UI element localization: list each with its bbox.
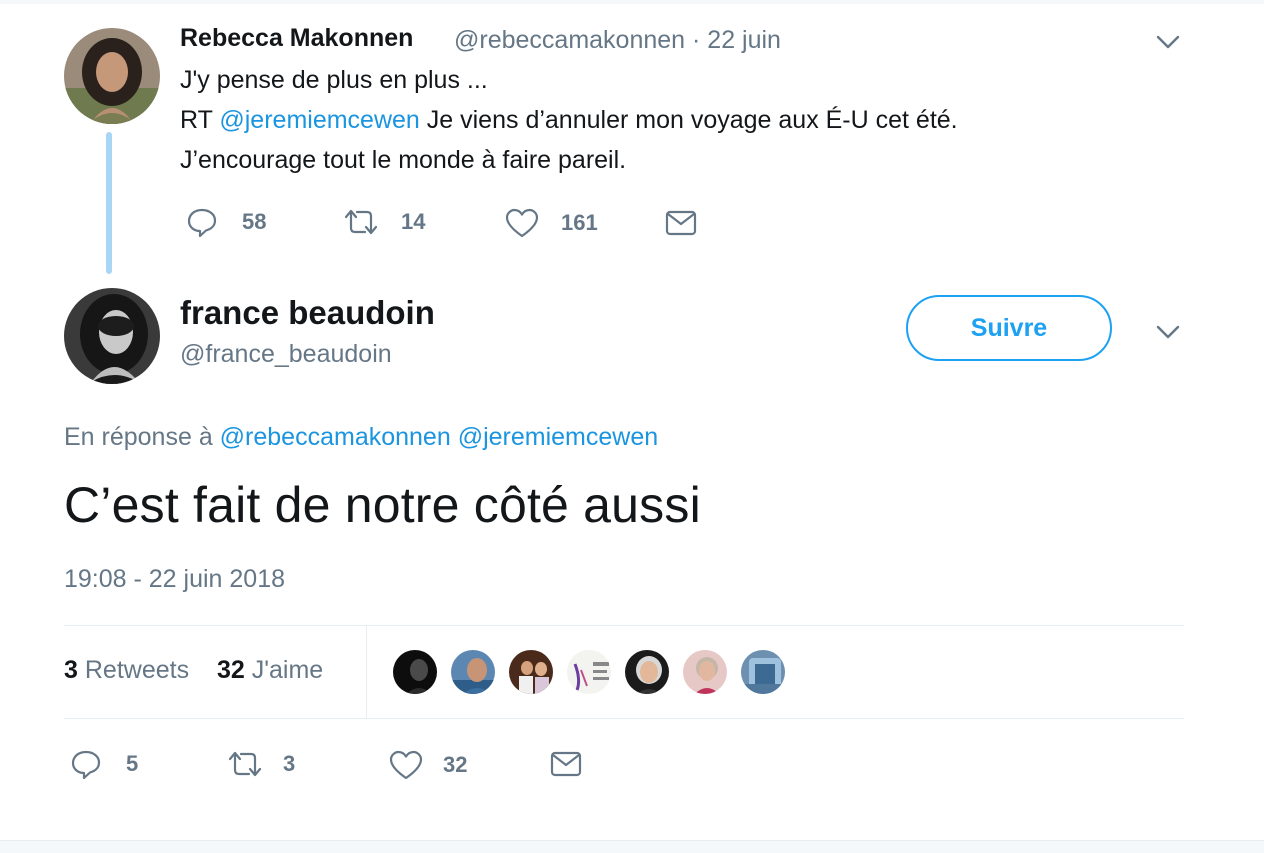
liker-avatar[interactable] (449, 648, 497, 696)
retweet-arrows-icon (344, 209, 378, 235)
stats-divider-top (64, 625, 1184, 626)
parent-reply-count: 58 (242, 209, 267, 234)
main-author-handle[interactable]: @france_beaudoin (180, 340, 392, 369)
stats-vertical-divider (366, 626, 367, 718)
parent-text-line-1: J'y pense de plus en plus ... (180, 66, 488, 94)
heart-icon (389, 750, 423, 780)
liker-avatar[interactable] (681, 648, 729, 696)
liker-avatar[interactable] (623, 648, 671, 696)
heart-icon (505, 208, 539, 238)
liker-avatar[interactable] (507, 648, 555, 696)
parent-author-name[interactable]: Rebecca Makonnen (180, 24, 413, 53)
rebecca-avatar[interactable] (64, 28, 160, 124)
speech-bubble-icon (71, 750, 101, 780)
parent-author-meta[interactable]: @rebeccamakonnen · 22 juin (454, 26, 781, 55)
stats-divider-bottom (64, 718, 1184, 719)
main-like-action[interactable]: 32 (389, 750, 467, 780)
parent-like-action[interactable]: 161 (505, 208, 598, 238)
liker-avatar[interactable] (739, 648, 787, 696)
retweet-arrows-icon (228, 751, 262, 777)
mention-link[interactable]: @jeremiemcewen (219, 106, 419, 134)
parent-text-line-3: J’encourage tout le monde à faire pareil… (180, 146, 627, 174)
rt-prefix: RT (180, 106, 213, 134)
main-retweet-action[interactable]: 3 (227, 750, 295, 778)
reply-mention-rebecca[interactable]: @rebeccamakonnen (220, 423, 451, 451)
liker-avatar[interactable] (565, 648, 613, 696)
parent-dm-action[interactable] (665, 209, 697, 237)
retweets-stat-count: 3 (64, 656, 78, 684)
parent-reply-action[interactable]: 58 (186, 206, 266, 238)
chevron-down-icon[interactable] (1154, 322, 1182, 342)
main-like-count: 32 (443, 752, 468, 777)
france-avatar[interactable] (64, 288, 160, 384)
engagement-stats: 3 Retweets 32 J'aime (64, 656, 323, 685)
bottom-frame-edge (0, 840, 1264, 853)
main-reply-action[interactable]: 5 (70, 748, 138, 780)
reply-mention-jeremie[interactable]: @jeremiemcewen (458, 423, 658, 451)
thread-connector-line (106, 132, 112, 274)
parent-text-line-2: RT @jeremiemcewen Je viens d’annuler mon… (180, 106, 958, 135)
retweets-stat[interactable]: 3 Retweets (64, 656, 196, 684)
main-reply-count: 5 (126, 751, 139, 776)
likes-stat[interactable]: 32 J'aime (217, 656, 323, 684)
main-author-name[interactable]: france beaudoin (180, 294, 435, 332)
parent-retweet-action[interactable]: 14 (343, 208, 425, 236)
main-dm-action[interactable] (550, 750, 582, 778)
reply-context: En réponse à @rebeccamakonnen @jeremiemc… (64, 423, 658, 452)
likes-stat-count: 32 (216, 656, 245, 684)
parent-retweet-count: 14 (401, 209, 426, 234)
main-tweet-text: C’est fait de notre côté aussi (64, 477, 701, 533)
reply-prefix: En réponse à (64, 423, 213, 451)
top-frame-edge (0, 0, 1264, 4)
likes-stat-label: J'aime (251, 656, 324, 684)
main-retweet-count: 3 (283, 751, 296, 776)
parent-text-line-2-rest: Je viens d’annuler mon voyage aux É-U ce… (426, 106, 958, 134)
follow-button[interactable]: Suivre (906, 295, 1112, 361)
parent-like-count: 161 (561, 210, 598, 235)
envelope-icon (550, 751, 582, 777)
envelope-icon (665, 210, 697, 236)
liker-avatar[interactable] (391, 648, 439, 696)
speech-bubble-icon (187, 208, 217, 238)
chevron-down-icon[interactable] (1154, 32, 1182, 52)
retweets-stat-label: Retweets (84, 656, 190, 684)
tweet-timestamp[interactable]: 19:08 - 22 juin 2018 (64, 565, 285, 594)
